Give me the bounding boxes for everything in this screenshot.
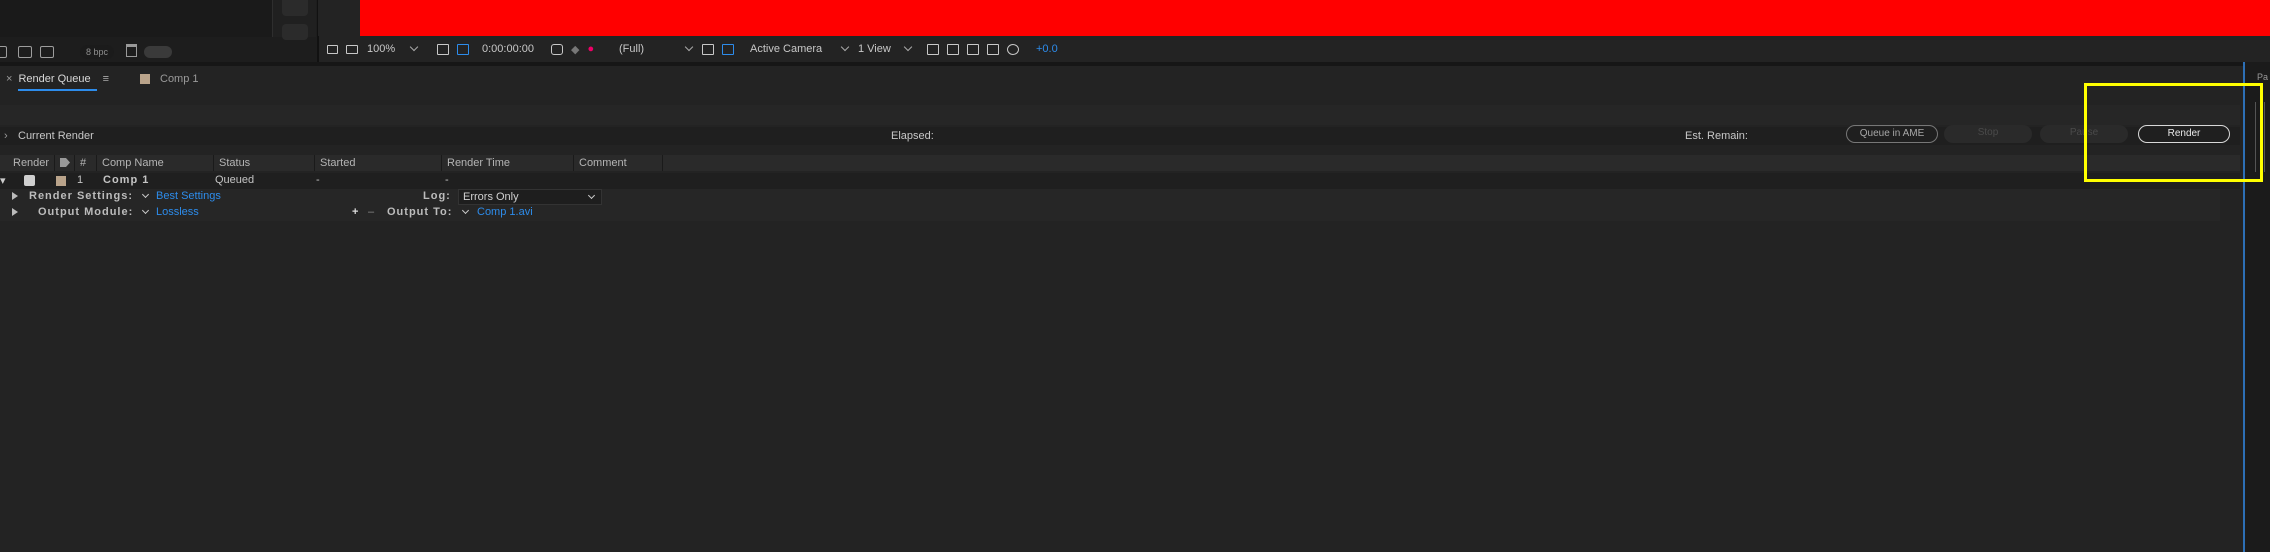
resolution-dropdown[interactable]: (Full) — [619, 36, 694, 62]
log-dropdown[interactable]: Errors Only — [458, 189, 602, 205]
mask-visibility-icon[interactable] — [457, 43, 469, 55]
monitor-icon[interactable] — [346, 44, 358, 54]
exposure-value[interactable]: +0.0 — [1036, 36, 1058, 62]
show-snapshot-icon[interactable]: ◆ — [571, 43, 579, 56]
tab-comp-1[interactable]: Comp 1 — [140, 70, 199, 88]
add-output-module-icon[interactable]: + — [352, 206, 358, 218]
toggle-switch[interactable] — [144, 46, 172, 58]
column-number[interactable]: # — [75, 155, 97, 171]
region-of-interest-icon[interactable] — [437, 43, 449, 55]
column-comment[interactable]: Comment — [574, 155, 663, 171]
exposure-reset-icon[interactable] — [1007, 43, 1019, 55]
render-settings-row: Render Settings: Best Settings Log: Erro… — [0, 189, 2220, 205]
views-dropdown[interactable]: 1 View — [858, 36, 913, 62]
zoom-value: 100% — [367, 43, 396, 55]
render-checkbox[interactable] — [24, 175, 35, 186]
flowchart-icon[interactable] — [987, 43, 999, 55]
active-tab-underline — [18, 89, 98, 91]
column-comp-name[interactable]: Comp Name — [97, 155, 214, 171]
tag-icon — [60, 158, 70, 167]
elapsed-label: Elapsed: — [891, 130, 934, 142]
queue-item-row[interactable]: ▾ 1 Comp 1 Queued - - — [0, 173, 2240, 189]
fast-previews-icon[interactable] — [947, 43, 959, 55]
queue-item-render-time: - — [445, 174, 449, 186]
stop-button[interactable]: Stop — [1944, 125, 2032, 143]
timecode[interactable]: 0:00:00:00 — [482, 36, 534, 62]
chevron-down-icon — [587, 191, 596, 200]
viewer-controls-bar: 100% 0:00:00:00 ◆ ● (Full) Active Camera… — [318, 36, 2270, 62]
remove-output-module-icon[interactable]: – — [368, 206, 374, 218]
log-label: Log: — [423, 190, 451, 202]
output-to-dropdown[interactable] — [461, 206, 470, 215]
column-label[interactable] — [55, 155, 75, 171]
highlight-box — [2084, 83, 2263, 182]
chevron-down-icon — [903, 42, 913, 52]
output-module-row: Output Module: Lossless + – Output To: C… — [0, 205, 2220, 221]
panel-button-top[interactable] — [282, 0, 308, 16]
output-to-label: Output To: — [387, 206, 453, 218]
expand-arrow-icon[interactable]: ▾ — [0, 174, 6, 187]
expand-arrow-icon[interactable] — [12, 192, 18, 200]
always-preview-icon[interactable] — [327, 44, 338, 54]
log-value: Errors Only — [463, 191, 519, 203]
toggle-pixel-aspect-icon[interactable] — [927, 43, 939, 55]
expand-arrow-icon[interactable] — [12, 208, 18, 216]
tab-render-queue[interactable]: × Render Queue ≡ — [0, 70, 115, 91]
label-color-icon — [140, 74, 150, 84]
project-panel: 8 bpc — [0, 0, 318, 62]
right-panel-label: Pa — [2257, 72, 2269, 82]
chevron-down-icon — [409, 42, 419, 52]
project-list-area — [0, 0, 272, 37]
trash-icon[interactable] — [126, 44, 137, 57]
column-started[interactable]: Started — [315, 155, 442, 171]
camera-dropdown[interactable]: Active Camera — [750, 36, 850, 62]
region-icon[interactable] — [702, 43, 714, 55]
queue-item-started: - — [316, 174, 320, 186]
render-queue-column-header: Render # Comp Name Status Started Render… — [0, 155, 2240, 171]
render-message-strip — [0, 105, 2240, 125]
bit-depth-button[interactable]: 8 bpc — [80, 45, 114, 59]
est-remain-label: Est. Remain: — [1685, 130, 1748, 142]
queue-in-ame-button[interactable]: Queue in AME — [1846, 125, 1938, 143]
tab-label: Render Queue — [18, 73, 91, 85]
render-queue-empty-area — [0, 221, 2243, 552]
render-settings-link[interactable]: Best Settings — [156, 190, 221, 202]
project-toolbar — [0, 43, 54, 61]
zoom-dropdown[interactable]: 100% — [367, 36, 419, 62]
views-value: 1 View — [858, 43, 891, 55]
column-status[interactable]: Status — [214, 155, 315, 171]
output-module-link[interactable]: Lossless — [156, 206, 199, 218]
resolution-value: (Full) — [619, 43, 645, 55]
render-queue-tab-bar: × Render Queue ≡ Comp 1 — [0, 66, 2240, 91]
column-render[interactable]: Render — [8, 155, 55, 171]
column-render-time[interactable]: Render Time — [442, 155, 574, 171]
queue-item-status: Queued — [215, 174, 255, 186]
transparency-grid-icon[interactable] — [722, 43, 734, 55]
queue-item-number: 1 — [77, 174, 84, 186]
output-module-dropdown[interactable] — [141, 206, 150, 215]
camera-snapshot-icon[interactable] — [551, 43, 563, 55]
output-module-label: Output Module: — [38, 206, 134, 218]
interpret-footage-icon[interactable] — [0, 46, 7, 58]
new-composition-icon[interactable] — [40, 46, 54, 58]
timeline-icon[interactable] — [967, 43, 979, 55]
render-settings-label: Render Settings: — [29, 190, 134, 202]
panel-button-bottom[interactable] — [282, 24, 308, 40]
chevron-down-icon — [684, 42, 694, 52]
color-channels-icon[interactable]: ● — [587, 43, 594, 55]
output-to-link[interactable]: Comp 1.avi — [477, 206, 533, 218]
render-settings-dropdown[interactable] — [141, 190, 150, 199]
disclosure-triangle-icon[interactable]: › — [4, 130, 8, 142]
composition-viewer — [360, 0, 2270, 36]
new-folder-icon[interactable] — [18, 46, 32, 58]
queue-item-comp-name: Comp 1 — [103, 174, 150, 186]
current-render-label: Current Render — [18, 130, 94, 142]
label-color-icon[interactable] — [56, 176, 66, 186]
chevron-down-icon — [840, 42, 850, 52]
tab-label: Comp 1 — [160, 73, 199, 85]
panel-menu-icon[interactable]: ≡ — [103, 73, 109, 85]
close-icon[interactable]: × — [6, 73, 12, 85]
camera-value: Active Camera — [750, 43, 823, 55]
